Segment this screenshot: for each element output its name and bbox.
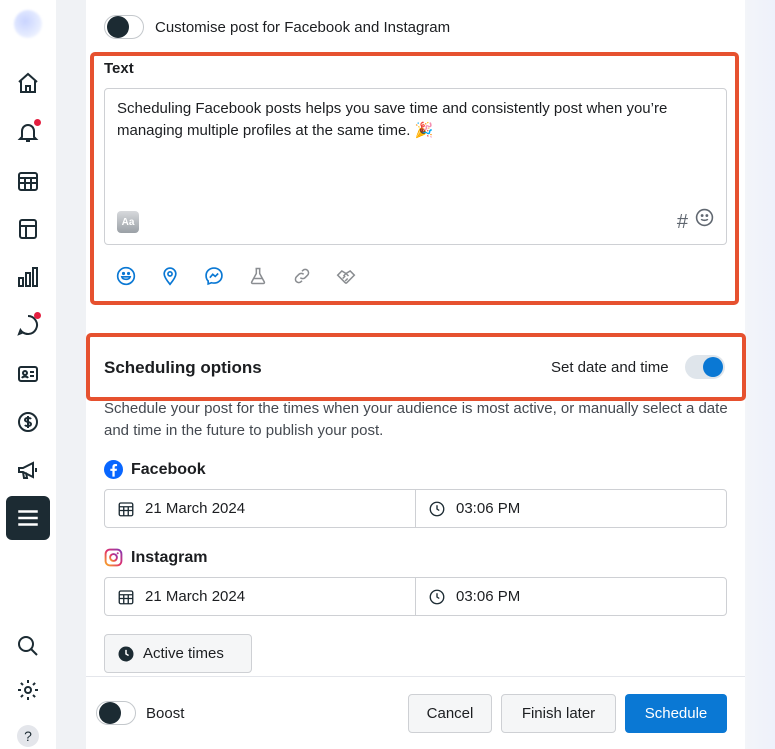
facebook-label: Facebook [131, 460, 206, 478]
home-icon[interactable] [12, 67, 44, 99]
instagram-date-field[interactable]: 21 March 2024 [105, 578, 415, 615]
bell-icon[interactable] [12, 116, 44, 148]
set-date-toggle[interactable] [685, 355, 725, 379]
set-date-label: Set date and time [551, 359, 669, 376]
boost-toggle[interactable] [96, 701, 136, 725]
instagram-time-value: 03:06 PM [456, 588, 521, 605]
feeling-icon[interactable] [115, 265, 137, 287]
dollar-icon[interactable] [12, 406, 44, 438]
boost-label: Boost [146, 705, 185, 722]
calendar-grid-icon[interactable] [12, 165, 44, 197]
calendar-icon [118, 501, 134, 516]
emoji-icon[interactable] [695, 208, 714, 232]
help-icon[interactable]: ? [12, 720, 44, 749]
facebook-icon [104, 460, 123, 479]
instagram-time-field[interactable]: 03:06 PM [415, 578, 726, 615]
sidebar: ? [0, 0, 56, 749]
text-format-icon[interactable]: Aa [117, 211, 139, 233]
content-icon[interactable] [12, 213, 44, 245]
scheduling-title: Scheduling options [104, 358, 262, 377]
meta-logo [14, 10, 42, 38]
insights-icon[interactable] [12, 261, 44, 293]
instagram-label: Instagram [131, 548, 208, 566]
toggle-knob [107, 16, 129, 38]
svg-text:?: ? [24, 728, 32, 744]
search-icon[interactable] [12, 630, 44, 662]
clock-icon [429, 501, 445, 516]
handshake-icon[interactable] [335, 265, 357, 287]
link-icon[interactable] [291, 265, 313, 287]
active-times-button[interactable]: Active times [104, 634, 252, 673]
calendar-icon [118, 589, 134, 604]
schedule-button[interactable]: Schedule [625, 694, 727, 733]
post-text-content[interactable]: Scheduling Facebook posts helps you save… [117, 98, 717, 142]
cancel-button[interactable]: Cancel [408, 694, 492, 733]
toggle-knob [99, 702, 121, 724]
active-times-label: Active times [143, 645, 224, 662]
flask-icon[interactable] [247, 265, 269, 287]
clock-icon [429, 589, 445, 604]
contact-card-icon[interactable] [12, 358, 44, 390]
instagram-date-value: 21 March 2024 [145, 588, 246, 605]
hashtag-icon[interactable]: # [677, 211, 688, 234]
instagram-datetime: 21 March 2024 03:06 PM [104, 577, 727, 616]
facebook-date-field[interactable]: 21 March 2024 [105, 490, 415, 527]
clock-filled-icon [118, 646, 134, 661]
post-text-input[interactable]: Scheduling Facebook posts helps you save… [104, 88, 727, 245]
facebook-datetime: 21 March 2024 03:06 PM [104, 489, 727, 528]
notification-dot [34, 119, 41, 126]
inbox-icon[interactable] [12, 309, 44, 341]
location-pin-icon[interactable] [159, 265, 181, 287]
customise-toggle[interactable] [104, 15, 144, 39]
instagram-label-row: Instagram [104, 548, 207, 567]
scheduling-description: Schedule your post for the times when yo… [104, 400, 728, 439]
toggle-knob [703, 357, 723, 377]
right-background [745, 0, 775, 749]
facebook-label-row: Facebook [104, 460, 206, 479]
messenger-icon[interactable] [203, 265, 225, 287]
gear-icon[interactable] [12, 674, 44, 706]
text-section-title: Text [104, 60, 134, 77]
facebook-date-value: 21 March 2024 [145, 500, 246, 517]
menu-icon[interactable] [6, 496, 50, 540]
facebook-time-field[interactable]: 03:06 PM [415, 490, 726, 527]
instagram-icon [104, 548, 123, 567]
megaphone-icon[interactable] [12, 454, 44, 486]
facebook-time-value: 03:06 PM [456, 500, 521, 517]
customise-label: Customise post for Facebook and Instagra… [155, 19, 451, 36]
notification-dot [34, 312, 41, 319]
finish-later-button[interactable]: Finish later [501, 694, 616, 733]
